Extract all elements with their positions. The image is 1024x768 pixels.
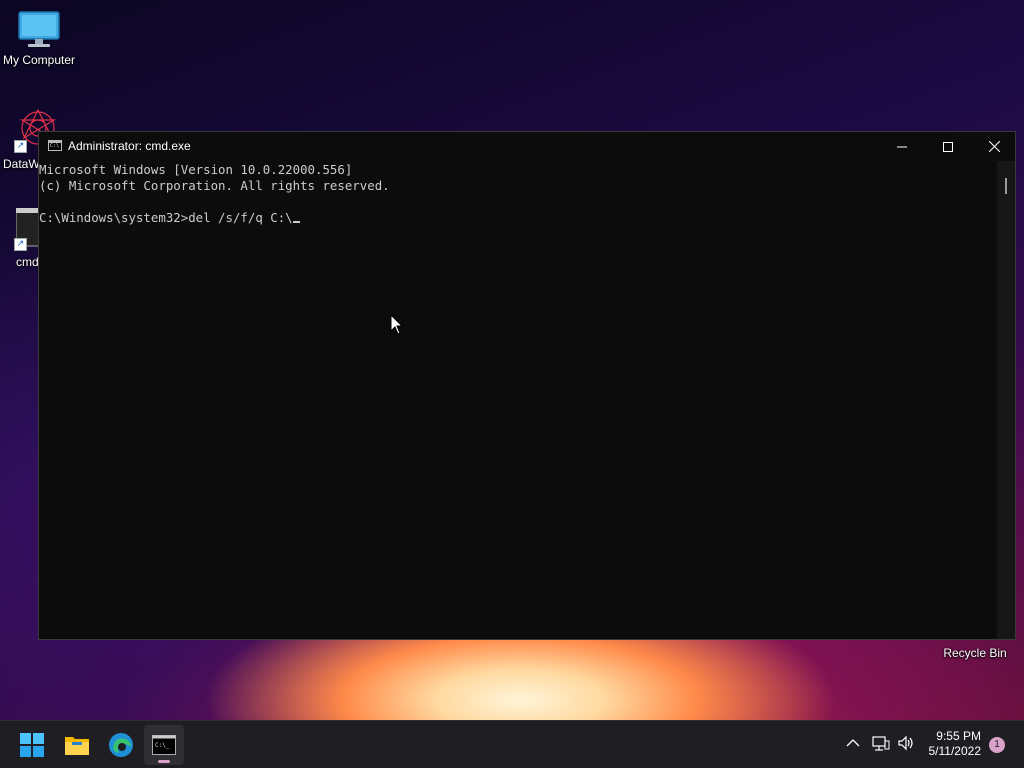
desktop-icon-my-computer[interactable]: My Computer <box>1 10 77 67</box>
console-command: C:\Windows\system32>del /s/f/q C:\ <box>39 210 293 225</box>
desktop-icon-label: cmd <box>16 255 39 269</box>
start-button[interactable] <box>12 725 52 765</box>
console-line: Microsoft Windows [Version 10.0.22000.55… <box>39 162 353 177</box>
desktop-icon-cmd[interactable]: ↗ cmd <box>0 208 53 269</box>
network-icon[interactable] <box>872 735 890 752</box>
cmd-window[interactable]: C:\ Administrator: cmd.exe Microsoft Win… <box>38 131 1016 640</box>
desktop-icon-label: My Computer <box>2 53 76 67</box>
window-title: Administrator: cmd.exe <box>68 139 191 153</box>
desktop-icon-dataw[interactable]: ↗ DataW <box>0 106 57 171</box>
console-prompt-line[interactable]: C:\Windows\system32>del /s/f/q C:\ <box>39 210 997 226</box>
console-line: (c) Microsoft Corporation. All rights re… <box>39 178 390 193</box>
scrollbar-thumb[interactable] <box>1005 178 1007 194</box>
chevron-up-icon[interactable] <box>846 738 860 748</box>
monitor-icon <box>18 11 60 47</box>
edge-browser-icon <box>109 733 133 757</box>
cmd-icon: C:\_ <box>152 735 176 755</box>
text-cursor <box>292 221 300 223</box>
cmd-window-icon: C:\ <box>48 140 62 151</box>
shortcut-arrow-icon: ↗ <box>14 238 27 251</box>
console-output[interactable]: Microsoft Windows [Version 10.0.22000.55… <box>39 161 997 639</box>
svg-text:C:\_: C:\_ <box>155 742 170 749</box>
mouse-pointer-icon <box>390 314 404 335</box>
close-icon <box>988 141 1000 152</box>
folder-icon <box>65 737 89 755</box>
minimize-icon <box>897 146 907 147</box>
clock-time: 9:55 PM <box>936 729 981 743</box>
edge-browser-button[interactable] <box>101 725 141 765</box>
minimize-button[interactable] <box>879 132 925 161</box>
active-app-indicator <box>158 760 170 763</box>
clock-date: 5/11/2022 <box>928 744 982 758</box>
taskbar: C:\_ 9:55 PM 5/11/2022 1 <box>0 720 1024 768</box>
window-titlebar[interactable]: C:\ Administrator: cmd.exe <box>39 132 1015 161</box>
console-line: ​ <box>39 194 997 210</box>
shortcut-arrow-icon: ↗ <box>14 140 27 153</box>
cmd-taskbar-button[interactable]: C:\_ <box>144 725 184 765</box>
taskbar-clock[interactable]: 9:55 PM 5/11/2022 <box>929 729 982 759</box>
vertical-scrollbar[interactable] <box>997 161 1015 639</box>
file-explorer-button[interactable] <box>57 725 97 765</box>
notification-badge[interactable]: 1 <box>989 737 1005 753</box>
maximize-icon <box>943 141 953 152</box>
close-button[interactable] <box>971 132 1017 161</box>
desktop-icon-label: DataW <box>3 157 40 171</box>
recycle-bin-label[interactable]: Recycle Bin <box>932 646 1018 660</box>
windows-start-icon <box>20 733 44 757</box>
maximize-button[interactable] <box>925 132 971 161</box>
volume-icon[interactable] <box>897 735 915 751</box>
